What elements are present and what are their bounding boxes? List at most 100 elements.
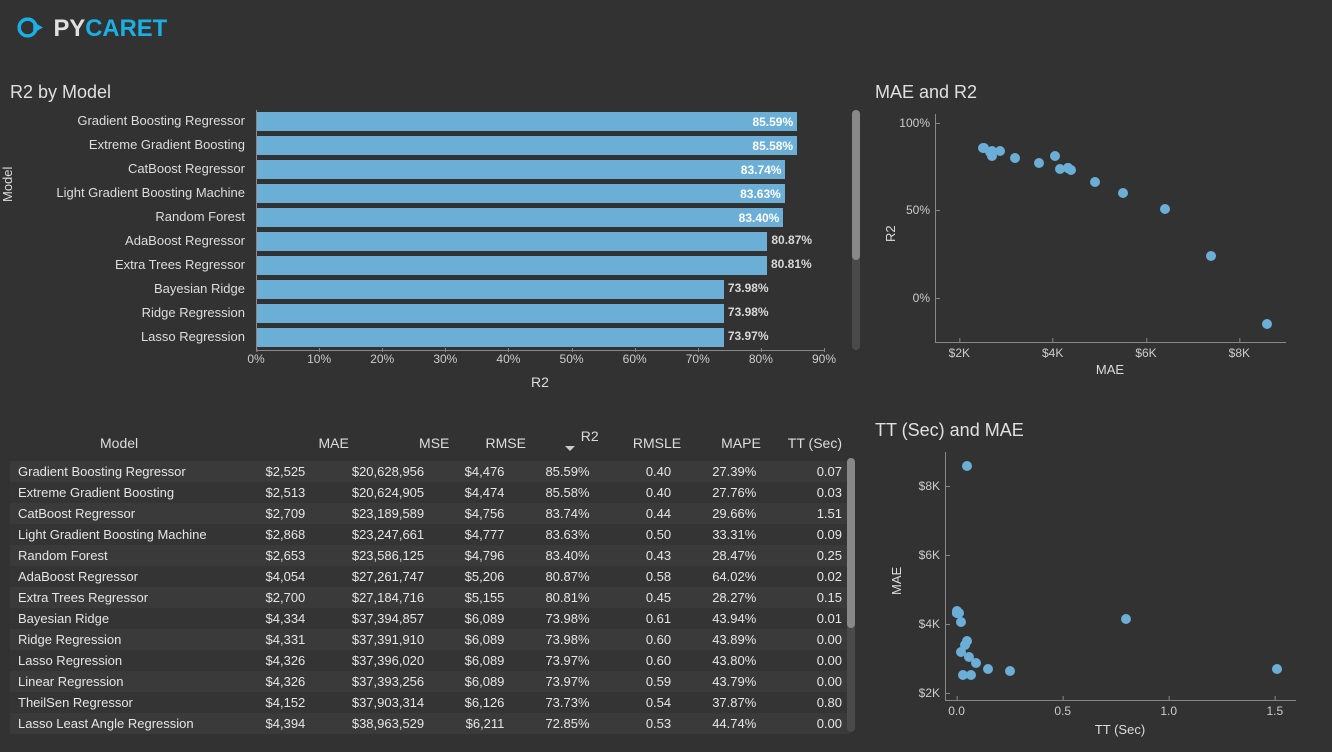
scatter-point[interactable] — [962, 461, 972, 471]
table-cell: $4,476 — [432, 461, 512, 482]
bar-category-label: Gradient Boosting Regressor — [21, 113, 245, 128]
table-cell: Gradient Boosting Regressor — [10, 461, 233, 482]
x-tick: 50% — [560, 352, 584, 366]
scatter-point[interactable] — [1160, 204, 1170, 214]
scatter-point[interactable] — [958, 670, 968, 680]
column-header[interactable]: R2 — [534, 424, 607, 461]
bar[interactable]: 85.59% — [257, 112, 797, 131]
table-row[interactable]: Lasso Regression$4,326$37,396,020$6,0897… — [10, 650, 850, 671]
bar-row[interactable]: 80.87%AdaBoost Regressor — [257, 230, 825, 254]
scatter-point[interactable] — [962, 636, 972, 646]
bar-row[interactable]: 73.98%Ridge Regression — [257, 302, 825, 326]
bar[interactable] — [257, 280, 724, 299]
scatter-point[interactable] — [1055, 164, 1065, 174]
x-tick: 1.5 — [1266, 700, 1283, 718]
bar[interactable] — [257, 232, 767, 251]
bar-row[interactable]: CatBoost Regressor83.74% — [257, 158, 825, 182]
table-cell: $6,089 — [432, 629, 512, 650]
table-row[interactable]: Extra Trees Regressor$2,700$27,184,716$5… — [10, 587, 850, 608]
column-header[interactable]: MAE — [284, 424, 357, 461]
table-cell: 0.09 — [764, 524, 850, 545]
scatter-point[interactable] — [1118, 188, 1128, 198]
tt-mae-scatter: TT (Sec) and MAE MAE $2K$4K$6K$8K0.00.51… — [875, 420, 1305, 740]
table-row[interactable]: CatBoost Regressor$2,709$23,189,589$4,75… — [10, 503, 850, 524]
scatter-plot-area[interactable]: 0%50%100%$2K$4K$6K$8K — [935, 114, 1286, 343]
bar-plot-area[interactable]: Gradient Boosting Regressor85.59%Extreme… — [256, 110, 825, 351]
table-cell: $2,709 — [233, 503, 313, 524]
header-label: MAE — [318, 435, 348, 451]
bar-row[interactable]: 73.97%Lasso Regression — [257, 326, 825, 350]
table-row[interactable]: Linear Regression$4,326$37,393,256$6,089… — [10, 671, 850, 692]
scatter-point[interactable] — [987, 151, 997, 161]
bar-value-label: 83.40% — [739, 211, 780, 225]
column-header[interactable]: RMSE — [457, 424, 534, 461]
scatter-point[interactable] — [952, 606, 962, 616]
bar[interactable] — [257, 304, 724, 323]
table-row[interactable]: Random Forest$2,653$23,586,125$4,79683.4… — [10, 545, 850, 566]
table-cell: 0.40 — [598, 461, 680, 482]
table-row[interactable]: Lasso Least Angle Regression$4,394$38,96… — [10, 713, 850, 734]
scatter-point[interactable] — [1050, 151, 1060, 161]
scatter-point[interactable] — [1262, 319, 1272, 329]
bar[interactable]: 85.58% — [257, 136, 797, 155]
table-cell: 73.97% — [512, 650, 597, 671]
scatter-point[interactable] — [1206, 251, 1216, 261]
scatter-point[interactable] — [1005, 666, 1015, 676]
table-cell: $20,628,956 — [313, 461, 432, 482]
table-cell: 0.15 — [764, 587, 850, 608]
table-row[interactable]: Bayesian Ridge$4,334$37,394,857$6,08973.… — [10, 608, 850, 629]
scatter-point[interactable] — [1272, 664, 1282, 674]
column-header[interactable]: Model — [10, 424, 284, 461]
scatter-plot-area[interactable]: $2K$4K$6K$8K0.00.51.01.5 — [945, 452, 1296, 701]
table-cell: Random Forest — [10, 545, 233, 566]
table-row[interactable]: AdaBoost Regressor$4,054$27,261,747$5,20… — [10, 566, 850, 587]
bar-row[interactable]: 80.81%Extra Trees Regressor — [257, 254, 825, 278]
header-label: TT (Sec) — [788, 435, 842, 451]
scatter-point[interactable] — [1010, 153, 1020, 163]
bar-category-label: Bayesian Ridge — [21, 281, 245, 296]
scatter-point[interactable] — [956, 617, 966, 627]
table-row[interactable]: Light Gradient Boosting Machine$2,868$23… — [10, 524, 850, 545]
bar-row[interactable]: Extreme Gradient Boosting85.58% — [257, 134, 825, 158]
scatter-point[interactable] — [1066, 165, 1076, 175]
table-row[interactable]: Ridge Regression$4,331$37,391,910$6,0897… — [10, 629, 850, 650]
y-tick: 0% — [913, 291, 936, 305]
table-cell: $6,089 — [432, 608, 512, 629]
table-cell: 0.60 — [598, 650, 680, 671]
table-row[interactable]: Gradient Boosting Regressor$2,525$20,628… — [10, 461, 850, 482]
bar-row[interactable]: Gradient Boosting Regressor85.59% — [257, 110, 825, 134]
table-cell: 1.51 — [764, 503, 850, 524]
bar-row[interactable]: 73.98%Bayesian Ridge — [257, 278, 825, 302]
bar-row[interactable]: Random Forest83.40% — [257, 206, 825, 230]
scatter-point[interactable] — [964, 652, 974, 662]
bar[interactable]: 83.74% — [257, 160, 785, 179]
scatter-point[interactable] — [1034, 158, 1044, 168]
scrollbar-thumb[interactable] — [852, 110, 860, 260]
bar-chart-scrollbar[interactable] — [852, 110, 860, 350]
scatter-point[interactable] — [1121, 614, 1131, 624]
column-header[interactable]: MSE — [357, 424, 458, 461]
column-header[interactable]: RMSLE — [607, 424, 689, 461]
x-tick: 0.0 — [948, 700, 965, 718]
table-scrollbar[interactable] — [847, 458, 855, 732]
chart-title: R2 by Model — [10, 82, 840, 103]
bar[interactable] — [257, 328, 724, 347]
column-header[interactable]: MAPE — [689, 424, 769, 461]
x-tick: 90% — [812, 352, 836, 366]
brand-logo: PYCARET — [15, 5, 225, 50]
bar[interactable]: 83.40% — [257, 208, 783, 227]
bar[interactable] — [257, 256, 767, 275]
bar-value-label: 80.81% — [771, 257, 812, 271]
table-cell: 83.40% — [512, 545, 597, 566]
column-header[interactable]: TT (Sec) — [769, 424, 850, 461]
table-cell: 80.81% — [512, 587, 597, 608]
bar[interactable]: 83.63% — [257, 184, 785, 203]
scatter-point[interactable] — [983, 664, 993, 674]
table-row[interactable]: TheilSen Regressor$4,152$37,903,314$6,12… — [10, 692, 850, 713]
scrollbar-thumb[interactable] — [847, 458, 855, 628]
table-cell: 85.58% — [512, 482, 597, 503]
table-row[interactable]: Extreme Gradient Boosting$2,513$20,624,9… — [10, 482, 850, 503]
bar-row[interactable]: Light Gradient Boosting Machine83.63% — [257, 182, 825, 206]
scatter-point[interactable] — [1090, 177, 1100, 187]
table-cell: $2,525 — [233, 461, 313, 482]
